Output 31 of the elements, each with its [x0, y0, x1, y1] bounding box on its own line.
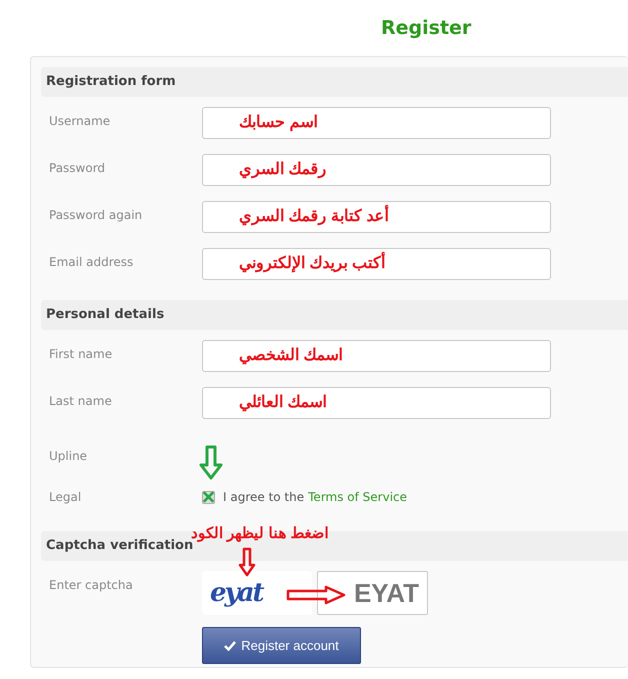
field-label: Password again: [49, 208, 142, 222]
down-arrow-icon: [198, 445, 224, 481]
down-arrow-icon: [238, 547, 256, 577]
input-field[interactable]: أعد كتابة رقمك السري: [202, 201, 551, 233]
section-heading: Registration form: [46, 73, 176, 92]
captcha-image[interactable]: eyat: [202, 571, 312, 615]
field-label: Email address: [49, 255, 134, 269]
field-label: Password: [49, 161, 106, 175]
right-arrow-icon: [286, 585, 346, 605]
field-label: Last name: [49, 394, 112, 408]
field-label: Upline: [49, 449, 88, 463]
field-label: Enter captcha: [49, 578, 133, 592]
field-label: First name: [49, 347, 112, 361]
field-label: Legal: [49, 490, 82, 504]
register-button[interactable]: Register account: [202, 627, 361, 664]
check-icon: [224, 640, 236, 651]
agree-text: I agree to the: [223, 489, 304, 506]
input-field[interactable]: اسمك الشخصي: [202, 340, 551, 372]
captcha-text: eyat: [210, 576, 263, 610]
field-label: Username: [49, 114, 110, 128]
input-field[interactable]: اسم حسابك: [202, 107, 551, 139]
page-title: Register: [381, 16, 472, 41]
input-field[interactable]: أكتب بريدك الإلكتروني: [202, 248, 551, 280]
section-heading: Personal details: [46, 306, 164, 324]
terms-link[interactable]: Terms of Service: [308, 488, 408, 506]
section-heading: Captcha verification: [46, 538, 194, 556]
input-field[interactable]: رقمك السري: [202, 154, 551, 186]
annotation-text: اضغط هنا ليظهر الكود: [191, 524, 329, 542]
input-field[interactable]: اسمك العائلي: [202, 387, 551, 419]
captcha-field[interactable]: EYAT: [317, 571, 428, 615]
checkbox[interactable]: [202, 490, 215, 504]
